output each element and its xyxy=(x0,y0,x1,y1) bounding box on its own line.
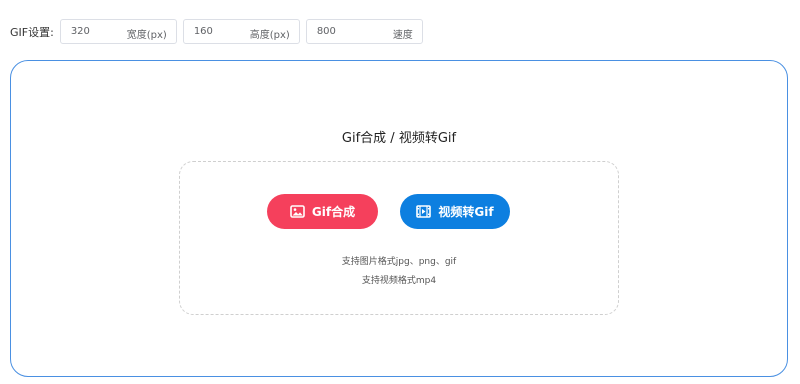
image-format-hint: 支持图片格式jpg、png、gif xyxy=(341,257,457,267)
video-format-hint: 支持视频格式mp4 xyxy=(361,276,437,286)
width-unit: 宽度(px) xyxy=(126,30,167,41)
height-input[interactable]: 160 高度(px) xyxy=(182,19,300,44)
gif-settings-bar: GIF设置: 320 宽度(px) 160 高度(px) 800 速度 xyxy=(10,19,429,44)
main-panel: Gif合成 / 视频转Gif Gif合成 视频转Gif 支持图片格式jpg、pn… xyxy=(10,60,788,377)
video-to-gif-button[interactable]: 视频转Gif xyxy=(400,194,510,229)
image-icon xyxy=(290,205,305,218)
speed-input[interactable]: 800 速度 xyxy=(305,19,423,44)
height-unit: 高度(px) xyxy=(249,30,290,41)
gif-compose-label: Gif合成 xyxy=(311,205,356,219)
video-to-gif-label: 视频转Gif xyxy=(438,205,494,219)
speed-value: 800 xyxy=(316,26,336,37)
film-icon xyxy=(416,205,432,218)
width-input[interactable]: 320 宽度(px) xyxy=(59,19,177,44)
width-value: 320 xyxy=(70,26,90,37)
gif-compose-button[interactable]: Gif合成 xyxy=(267,194,378,229)
panel-title: Gif合成 / 视频转Gif xyxy=(341,131,457,146)
upload-drop-zone[interactable]: Gif合成 视频转Gif 支持图片格式jpg、png、gif 支持视频格式mp4 xyxy=(179,161,619,315)
height-value: 160 xyxy=(193,26,213,37)
speed-unit: 速度 xyxy=(392,30,413,41)
gif-settings-label: GIF设置: xyxy=(10,25,54,39)
